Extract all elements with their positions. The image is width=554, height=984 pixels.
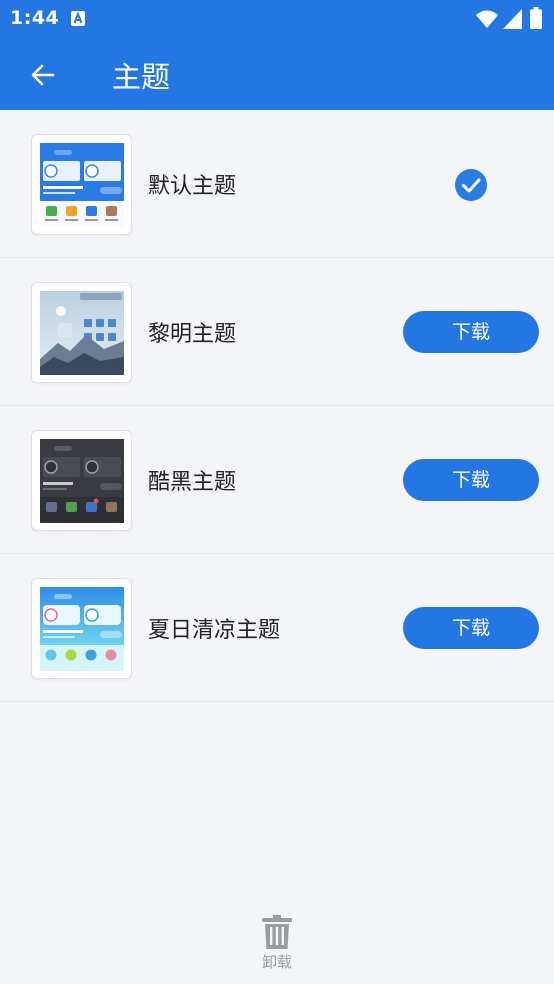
theme-row-default[interactable]: 默认主题 bbox=[0, 110, 554, 258]
download-button[interactable]: 下载 bbox=[403, 311, 539, 353]
theme-name: 酷黑主题 bbox=[148, 470, 237, 495]
theme-preview-dawn bbox=[40, 291, 124, 375]
theme-name: 黎明主题 bbox=[148, 322, 237, 347]
download-button[interactable]: 下载 bbox=[403, 607, 539, 649]
check-circle-icon bbox=[455, 169, 487, 201]
wifi-icon bbox=[476, 10, 498, 28]
theme-name: 默认主题 bbox=[148, 174, 237, 199]
status-bar: 1:44 bbox=[0, 0, 554, 38]
uninstall-label: 卸载 bbox=[261, 953, 292, 971]
theme-preview-dark bbox=[40, 439, 124, 523]
theme-thumbnail-dark bbox=[31, 430, 132, 531]
arrow-left-icon[interactable] bbox=[28, 60, 58, 90]
theme-row-dawn[interactable]: 黎明主题 下载 bbox=[0, 258, 554, 406]
notification-a-icon bbox=[71, 11, 85, 26]
battery-icon bbox=[530, 7, 542, 29]
theme-preview-default bbox=[40, 143, 124, 227]
theme-list: 默认主题 黎明主题 下载 酷黑主题 下载 夏日清凉主题 下载 bbox=[0, 110, 554, 702]
page-title: 主题 bbox=[112, 60, 171, 94]
signal-icon bbox=[503, 9, 522, 29]
theme-thumbnail-summer bbox=[31, 578, 132, 679]
themes-screen: 1:44 主题 默认主题 黎明主题 下载 酷黑主题 下载 夏日清凉主题 下载 卸… bbox=[0, 0, 554, 984]
status-time: 1:44 bbox=[10, 7, 60, 29]
theme-row-dark[interactable]: 酷黑主题 下载 bbox=[0, 406, 554, 554]
theme-name: 夏日清凉主题 bbox=[148, 618, 281, 643]
theme-row-summer[interactable]: 夏日清凉主题 下载 bbox=[0, 554, 554, 702]
theme-thumbnail-default bbox=[31, 134, 132, 235]
uninstall-button[interactable]: 卸载 bbox=[252, 915, 302, 973]
download-button[interactable]: 下载 bbox=[403, 459, 539, 501]
trash-icon bbox=[262, 915, 292, 949]
app-bar: 主题 bbox=[0, 38, 554, 110]
theme-preview-summer bbox=[40, 587, 124, 671]
theme-thumbnail-dawn bbox=[31, 282, 132, 383]
